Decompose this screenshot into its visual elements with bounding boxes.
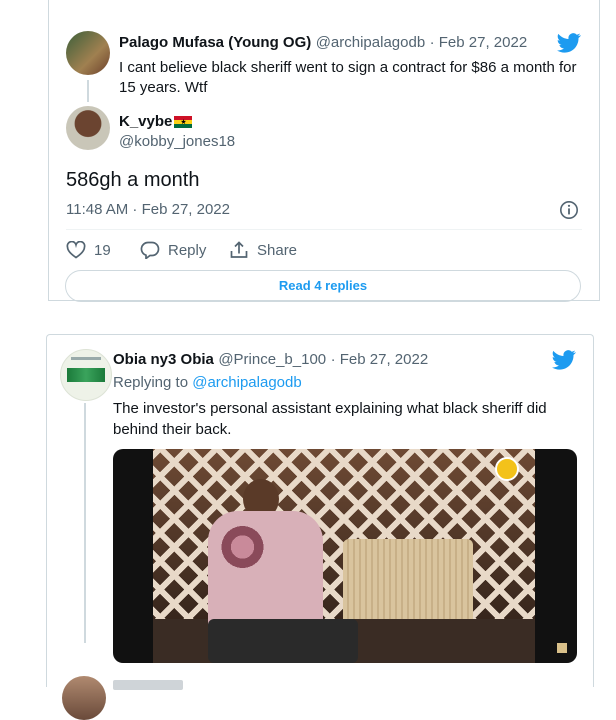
- ghana-flag-icon: ★: [174, 115, 193, 128]
- channel-badge-icon: [495, 457, 519, 481]
- author-handle[interactable]: @archipalagodb: [316, 34, 425, 51]
- tweet-date[interactable]: · Feb 27, 2022: [430, 34, 528, 51]
- reply-label: Reply: [168, 241, 207, 259]
- reply-tweet-text: 586gh a month: [66, 169, 200, 191]
- tweet-timestamp[interactable]: 11:48 AM · Feb 27, 2022: [66, 201, 230, 218]
- quoted-tweet-text: I cant believe black sheriff went to sig…: [119, 59, 577, 96]
- replying-to-handle[interactable]: @archipalagodb: [192, 374, 301, 391]
- author-name-2[interactable]: Obia ny3 Obia: [113, 351, 214, 368]
- thread-line-2: [84, 403, 86, 643]
- video-player[interactable]: [113, 449, 577, 663]
- reply-button[interactable]: Reply: [140, 241, 206, 259]
- like-button[interactable]: 19: [66, 241, 111, 259]
- author-name[interactable]: Palago Mufasa (Young OG): [119, 34, 311, 51]
- replying-to: Replying to @archipalagodb: [113, 374, 302, 391]
- avatar-palago[interactable]: [66, 31, 110, 75]
- share-button[interactable]: Share: [229, 241, 297, 259]
- tweet-text-2: The investor's personal assistant explai…: [113, 400, 547, 438]
- share-label: Share: [257, 241, 298, 259]
- like-count: 19: [94, 241, 111, 259]
- divider: [66, 229, 582, 230]
- reply-icon: [140, 241, 160, 259]
- twitter-bird-icon[interactable]: [552, 350, 576, 370]
- share-icon: [230, 241, 248, 258]
- next-tweet-name-peek: [113, 680, 183, 690]
- author-handle-2[interactable]: @Prince_b_100: [218, 351, 326, 368]
- avatar-kvybe[interactable]: [66, 106, 110, 150]
- avatar-next[interactable]: [62, 676, 106, 720]
- thread-line: [87, 80, 89, 102]
- watermark-icon: [557, 643, 567, 653]
- info-icon[interactable]: [559, 200, 579, 220]
- avatar-obia[interactable]: [60, 349, 112, 401]
- reply-author-name[interactable]: K_vybe: [119, 113, 172, 130]
- tweet-date-2[interactable]: · Feb 27, 2022: [331, 351, 429, 368]
- heart-icon: [66, 241, 86, 259]
- reply-author-handle[interactable]: @kobby_jones18: [119, 133, 235, 150]
- read-replies-button[interactable]: Read 4 replies: [65, 270, 581, 302]
- twitter-bird-icon[interactable]: [557, 33, 581, 53]
